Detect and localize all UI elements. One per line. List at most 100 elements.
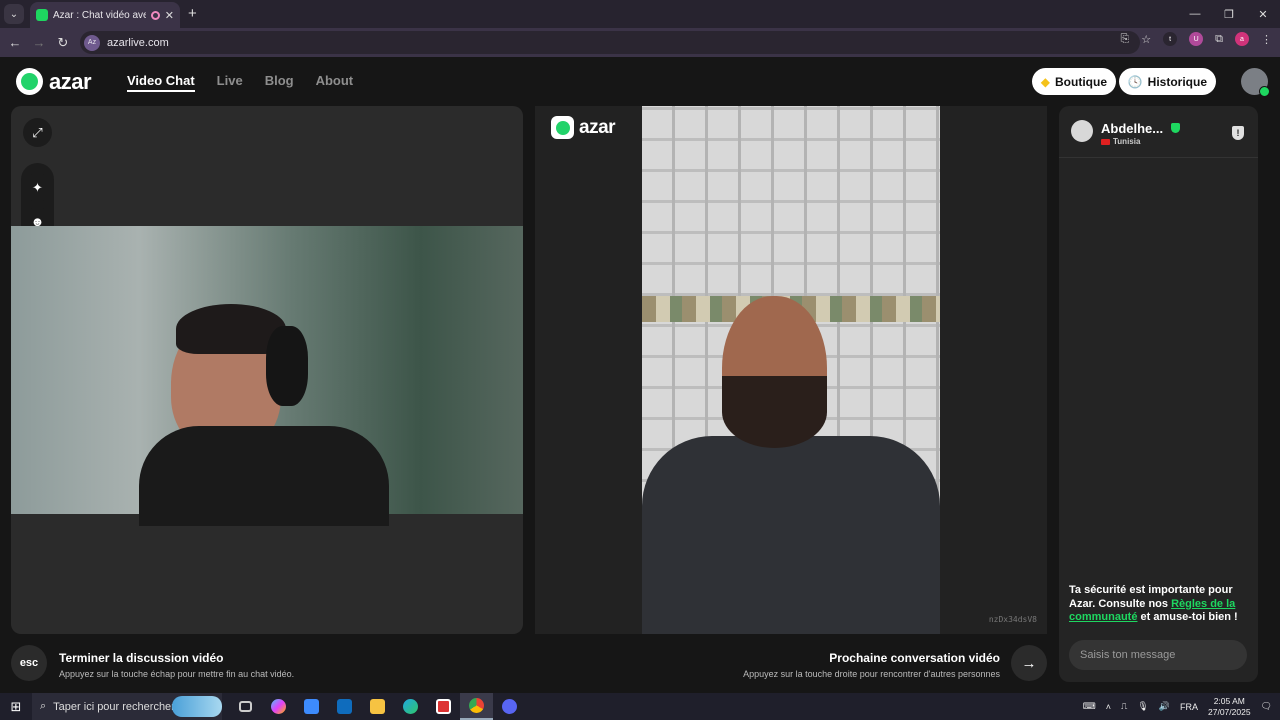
- recording-icon: [150, 10, 160, 20]
- tunisia-flag-icon: [1101, 138, 1110, 145]
- search-placeholder: Taper ici pour rechercher: [53, 700, 175, 713]
- windows-start-icon[interactable]: ⊞: [0, 699, 32, 715]
- end-call-esc-button[interactable]: esc: [11, 645, 47, 681]
- task-view-icon[interactable]: [229, 693, 262, 720]
- extension-u-icon[interactable]: U: [1189, 32, 1204, 46]
- self-video-feed: [11, 226, 523, 526]
- taskbar-search[interactable]: ⌕ Taper ici pour rechercher: [32, 693, 222, 720]
- browser-tab[interactable]: Azar : Chat vidéo avec de n ✕: [30, 2, 180, 28]
- network-icon[interactable]: ⎍: [1121, 701, 1127, 712]
- address-bar[interactable]: Az azarlive.com: [80, 31, 1140, 54]
- new-tab-button[interactable]: +: [188, 5, 197, 22]
- chrome-icon[interactable]: [460, 693, 493, 720]
- clock-icon: 🕓: [1127, 74, 1143, 89]
- tab-close-icon[interactable]: ✕: [165, 9, 174, 22]
- url-text: azarlive.com: [107, 36, 169, 49]
- profile-icon[interactable]: a: [1235, 32, 1249, 46]
- safety-notice: Ta sécurité est importante pour Azar. Co…: [1069, 584, 1249, 625]
- copilot-icon[interactable]: [262, 693, 295, 720]
- reload-icon[interactable]: ↻: [51, 35, 75, 51]
- back-icon[interactable]: ←: [3, 35, 27, 50]
- next-arrow-button[interactable]: →: [1011, 645, 1047, 681]
- system-tray: ⌨ ˄ ⎍ 🎙 🔊 FRA 2:05 AM 27/07/2025 🗨: [1083, 693, 1272, 720]
- minimize-button[interactable]: —: [1178, 0, 1212, 28]
- next-call-subtitle: Appuyez sur la touche droite pour rencon…: [743, 669, 1000, 679]
- nav-about[interactable]: About: [316, 73, 354, 92]
- diamond-icon: ◆: [1040, 74, 1050, 89]
- windows-taskbar: ⊞ ⌕ Taper ici pour rechercher ⌨ ˄ ⎍ 🎙 🔊 …: [0, 693, 1280, 720]
- clock-time: 2:05 AM: [1213, 695, 1245, 706]
- call-controls-bar: esc Terminer la discussion vidéo Appuyez…: [0, 643, 1060, 683]
- clock-date: 27/07/2025: [1208, 706, 1251, 717]
- extensions-puzzle-icon[interactable]: ⧉: [1215, 33, 1223, 46]
- azar-logo-icon: [551, 116, 574, 139]
- tray-expand-icon[interactable]: ˄: [1106, 702, 1111, 712]
- snipping-tool-icon[interactable]: [427, 693, 460, 720]
- azar-logo-icon: [16, 68, 43, 95]
- window-controls: — ❐ ✕: [1178, 0, 1280, 28]
- history-button[interactable]: 🕓 Historique: [1118, 68, 1216, 95]
- browser-tab-bar: ⌄ Azar : Chat vidéo avec de n ✕ + — ❐ ✕: [0, 0, 1280, 28]
- expand-icon[interactable]: ⤢: [23, 118, 52, 147]
- end-call-title: Terminer la discussion vidéo: [59, 651, 224, 665]
- language-indicator[interactable]: FRA: [1180, 702, 1198, 712]
- nav-blog[interactable]: Blog: [265, 73, 294, 92]
- microphone-icon[interactable]: 🎙: [1137, 701, 1148, 712]
- azar-page: azar Video Chat Live Blog About ◆ Boutiq…: [0, 57, 1280, 693]
- boutique-label: Boutique: [1055, 74, 1107, 89]
- partner-avatar-icon[interactable]: [1071, 120, 1093, 142]
- edge-icon[interactable]: [394, 693, 427, 720]
- discord-icon[interactable]: [493, 693, 526, 720]
- user-avatar[interactable]: [1241, 68, 1270, 97]
- restore-button[interactable]: ❐: [1212, 0, 1246, 28]
- next-call-title: Prochaine conversation vidéo: [829, 651, 1000, 665]
- self-video-panel: ⤢ ✦ ☻: [11, 106, 523, 634]
- boutique-button[interactable]: ◆ Boutique: [1031, 68, 1116, 95]
- country-label: Tunisia: [1113, 137, 1141, 146]
- toolbar-actions: ⎘ ☆ t U ⧉ a ⋮: [1120, 32, 1272, 46]
- verified-badge-icon: [1171, 123, 1180, 133]
- center-azar-logo: azar: [551, 116, 616, 139]
- partner-video-panel: azar nzDx34dsV8: [535, 106, 1047, 634]
- partner-country: Tunisia: [1101, 137, 1140, 146]
- video-session-id: nzDx34dsV8: [988, 615, 1037, 624]
- end-call-hint: Terminer la discussion vidéo Appuyez sur…: [59, 651, 294, 679]
- file-explorer-icon[interactable]: [361, 693, 394, 720]
- safety-text-suffix: et amuse-toi bien !: [1137, 611, 1238, 623]
- center-logo-text: azar: [579, 116, 616, 138]
- sparkle-effects-icon[interactable]: ✦: [23, 173, 52, 202]
- notifications-icon[interactable]: 🗨: [1261, 701, 1272, 712]
- keyboard-icon[interactable]: ⌨: [1083, 701, 1096, 712]
- site-info-icon[interactable]: Az: [84, 34, 100, 51]
- store-icon[interactable]: [295, 693, 328, 720]
- outlook-icon[interactable]: [328, 693, 361, 720]
- report-shield-icon[interactable]: !: [1232, 126, 1244, 140]
- nav-video-chat[interactable]: Video Chat: [127, 73, 195, 92]
- next-call-hint: Prochaine conversation vidéo Appuyez sur…: [743, 651, 1000, 679]
- install-app-icon[interactable]: ⎘: [1120, 33, 1129, 46]
- self-person-shirt: [139, 426, 389, 526]
- nav-live[interactable]: Live: [217, 73, 243, 92]
- window-close-button[interactable]: ✕: [1246, 0, 1280, 28]
- headphones-icon: [266, 326, 308, 406]
- tab-search-icon[interactable]: ⌄: [4, 4, 24, 24]
- partner-name[interactable]: Abdelhe...: [1101, 121, 1163, 136]
- forward-icon[interactable]: →: [27, 35, 51, 50]
- site-header: azar Video Chat Live Blog About ◆ Boutiq…: [0, 57, 1280, 105]
- main-nav: Video Chat Live Blog About: [127, 73, 353, 92]
- azar-logo[interactable]: azar: [16, 68, 92, 95]
- partner-video-feed: [642, 106, 940, 634]
- message-input[interactable]: [1069, 640, 1247, 670]
- search-icon: ⌕: [40, 700, 47, 712]
- tab-title: Azar : Chat vidéo avec de n: [53, 9, 146, 21]
- volume-icon[interactable]: 🔊: [1159, 701, 1170, 712]
- end-call-subtitle: Appuyez sur la touche échap pour mettre …: [59, 669, 295, 679]
- browser-menu-icon[interactable]: ⋮: [1261, 33, 1272, 46]
- azar-favicon-icon: [36, 9, 48, 21]
- chat-header: Abdelhe... Tunisia !: [1059, 106, 1258, 158]
- taskbar-clock[interactable]: 2:05 AM 27/07/2025: [1208, 696, 1251, 718]
- bookmark-star-icon[interactable]: ☆: [1141, 33, 1151, 46]
- extension-t-icon[interactable]: t: [1163, 32, 1178, 46]
- partner-shirt: [642, 436, 940, 634]
- logo-text: azar: [49, 68, 92, 94]
